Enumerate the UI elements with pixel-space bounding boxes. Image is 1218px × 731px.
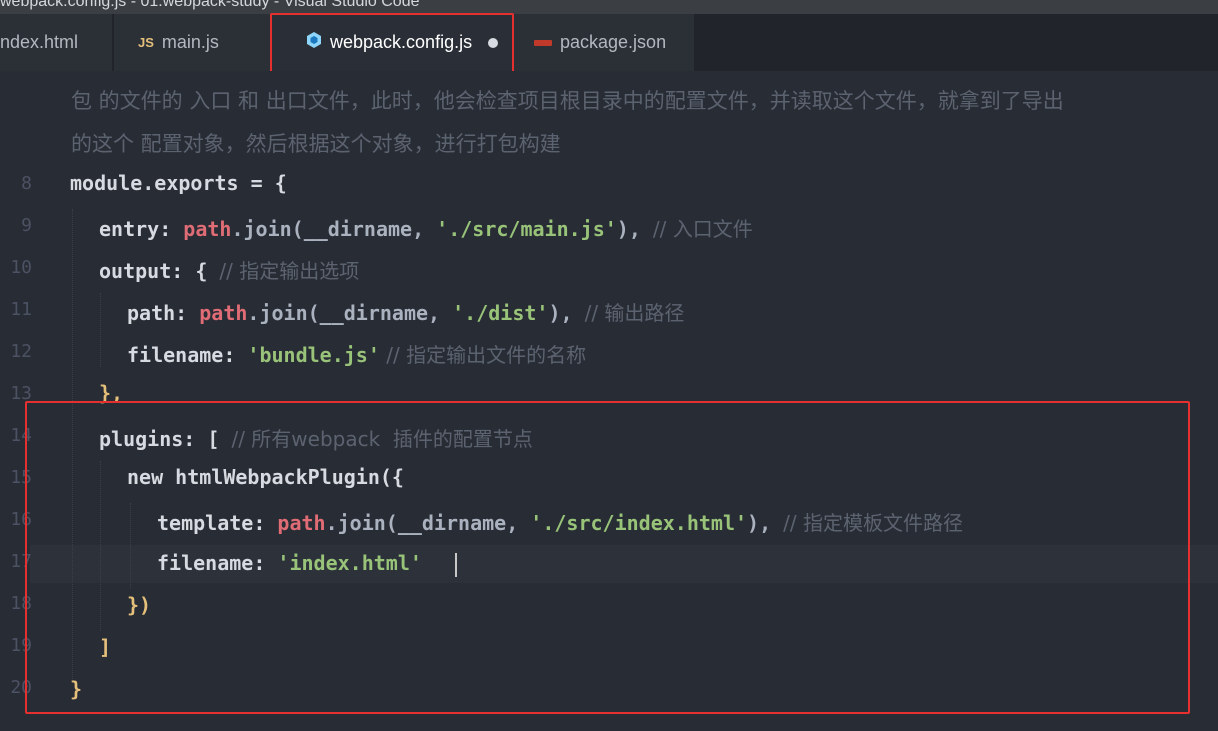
comment-text: 的这个 配置对象，然后根据这个对象，进行打包构建 <box>71 132 561 156</box>
code-comment: // 入口文件 <box>652 217 753 241</box>
line-number: 11 <box>10 299 32 320</box>
code-token: .join(__dirname, <box>247 301 453 325</box>
code-line: path: path.join(__dirname, './dist'), //… <box>127 297 684 326</box>
code-token: filename: <box>127 343 248 367</box>
line-number: 8 <box>21 173 32 194</box>
line-number: 12 <box>10 341 32 362</box>
code-comment: // 输出路径 <box>584 301 685 325</box>
window-title: webpack.config.js - 01.webpack-study - V… <box>0 0 420 10</box>
tab-label: ndex.html <box>0 32 79 52</box>
comment-text: 包 的文件的 入口 和 出口文件，此时，他会检查项目根目录中的配置文件，并读取这… <box>71 89 1064 113</box>
code-token: output: { <box>99 259 220 283</box>
code-editor[interactable]: 包 的文件的 入口 和 出口文件，此时，他会检查项目根目录中的配置文件，并读取这… <box>0 71 1218 731</box>
code-token: 'bundle.js' <box>247 343 380 367</box>
tab-label: package.json <box>560 32 667 52</box>
code-highlight-annotation <box>25 401 1190 714</box>
code-token: .join(__dirname, <box>231 217 437 241</box>
code-token: entry: <box>99 217 184 241</box>
npm-package-icon <box>534 39 552 46</box>
code-token: ), <box>616 217 653 241</box>
code-token: path: <box>127 301 200 325</box>
code-token: './dist' <box>452 301 549 325</box>
code-token: path <box>183 217 232 241</box>
tab-index-html[interactable]: ndex.html <box>0 14 112 71</box>
code-comment: // 指定输出选项 <box>219 259 360 283</box>
code-token: './src/main.js' <box>436 217 617 241</box>
line-number: 9 <box>21 215 32 236</box>
code-comment: // 指定输出文件的名称 <box>379 343 587 367</box>
code-line: filename: 'bundle.js' // 指定输出文件的名称 <box>127 339 586 368</box>
editor-tab-bar: ndex.html JS main.js webpack.config.js p… <box>0 14 1218 71</box>
window-title-bar: webpack.config.js - 01.webpack-study - V… <box>0 0 1218 14</box>
indent-guide <box>100 293 101 367</box>
code-token: path <box>199 301 248 325</box>
code-token: ), <box>548 301 585 325</box>
code-line: output: { // 指定输出选项 <box>99 255 359 284</box>
tab-main-js[interactable]: JS main.js <box>114 14 270 71</box>
line-number: 10 <box>10 257 32 278</box>
tab-highlight-annotation <box>270 13 514 75</box>
code-line: entry: path.join(__dirname, './src/main.… <box>99 213 753 242</box>
code-line: module.exports = { <box>70 171 287 195</box>
tab-package-json[interactable]: package.json <box>514 14 694 71</box>
tab-label: main.js <box>161 32 219 52</box>
js-file-icon: JS <box>138 35 154 50</box>
code-token: module.exports = { <box>70 171 287 195</box>
